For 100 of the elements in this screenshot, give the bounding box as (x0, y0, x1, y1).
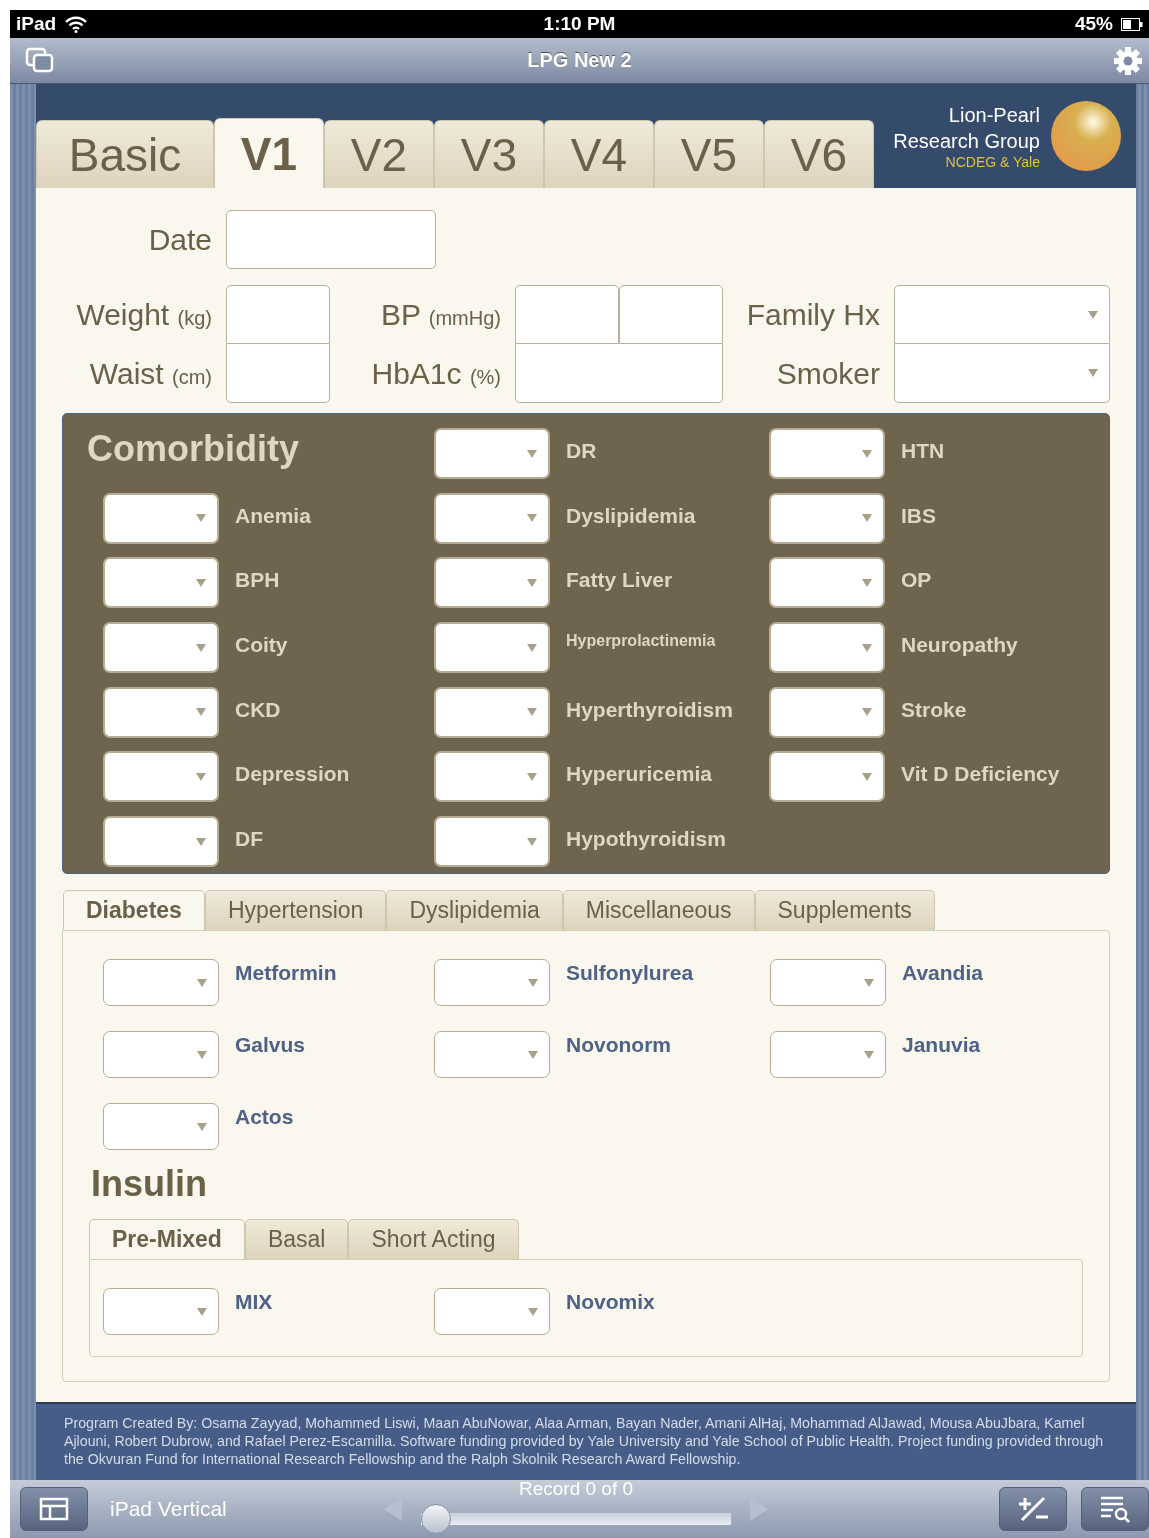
dropdown-field[interactable] (434, 622, 550, 674)
brand-name: Lion-Pearl (948, 103, 1040, 128)
caret-icon (861, 642, 873, 653)
dropdown-field[interactable] (770, 959, 886, 1006)
caret-icon (196, 1049, 208, 1060)
dropdown-field[interactable] (434, 816, 550, 868)
dropdown-field[interactable] (894, 285, 1110, 344)
dropdown-field[interactable] (103, 1103, 219, 1150)
dropdown-field[interactable] (769, 686, 885, 738)
comorbidity-label: DR (566, 438, 597, 463)
comorbidity-label: Vit D Deficiency (901, 761, 1060, 787)
caret-icon (861, 707, 873, 718)
section-title: Comorbidity (87, 428, 300, 471)
dropdown-field[interactable] (434, 751, 550, 803)
date-field[interactable] (226, 210, 436, 269)
field-label: BP (mmHg) (379, 297, 501, 332)
battery-icon (1121, 17, 1143, 31)
input-field[interactable] (515, 344, 723, 403)
dropdown-field[interactable] (434, 1031, 550, 1078)
dropdown-field[interactable] (770, 1031, 886, 1078)
caret-icon (527, 1049, 539, 1060)
input-field[interactable] (226, 344, 330, 403)
insulin-tab[interactable]: Short Acting (348, 1219, 519, 1259)
comorbidity-label: Hypothyroidism (566, 826, 726, 852)
settings-icon[interactable] (1113, 45, 1143, 76)
medication-tab[interactable]: Dyslipidemia (386, 890, 563, 930)
visit-tab[interactable]: Basic (36, 120, 214, 188)
caret-icon (526, 771, 538, 782)
dropdown-field[interactable] (434, 686, 550, 738)
layout-button[interactable] (20, 1487, 88, 1531)
field-label: Smoker (775, 356, 880, 391)
comorbidity-label: OP (901, 567, 932, 593)
visit-tab[interactable]: V2 (324, 120, 434, 188)
visit-tab[interactable]: V1 (214, 118, 324, 188)
comorbidity-label: Fatty Liver (566, 567, 673, 593)
medication-label: Actos (235, 1104, 294, 1129)
input-field[interactable] (226, 285, 330, 344)
field-label: HbA1c (%) (370, 356, 501, 391)
medication-label: Sulfonylurea (566, 960, 694, 985)
dropdown-field[interactable] (103, 492, 219, 544)
dropdown-field[interactable] (103, 751, 219, 803)
comorbidity-label: BPH (235, 567, 280, 593)
visit-tab[interactable]: V5 (654, 120, 764, 188)
dropdown-field[interactable] (103, 1288, 219, 1335)
comorbidity-label: Stroke (901, 696, 967, 722)
comorbidity-label: Dyslipidemia (566, 502, 696, 528)
slider-thumb[interactable] (421, 1503, 451, 1534)
caret-icon (863, 977, 875, 988)
input-field[interactable] (619, 285, 723, 344)
dropdown-field[interactable] (103, 816, 219, 868)
record-count: Record 0 of 0 (518, 1477, 634, 1500)
caret-icon (196, 1306, 208, 1317)
dropdown-field[interactable] (769, 428, 885, 479)
insulin-tab[interactable]: Pre-Mixed (89, 1219, 245, 1259)
dropdown-field[interactable] (103, 1031, 219, 1078)
dropdown-field[interactable] (434, 557, 550, 609)
dropdown-field[interactable] (769, 557, 885, 609)
medication-label: Metformin (235, 960, 337, 985)
dropdown-field[interactable] (769, 751, 885, 803)
comorbidity-label: Depression (235, 761, 350, 787)
visit-tab[interactable]: V4 (544, 120, 654, 188)
insulin-tab[interactable]: Basal (244, 1219, 349, 1259)
dropdown-field[interactable] (769, 622, 885, 674)
dropdown-field[interactable] (434, 492, 550, 544)
plus-minus-button[interactable] (999, 1487, 1067, 1531)
dropdown-field[interactable] (434, 428, 550, 479)
caret-icon (526, 513, 538, 524)
medication-label: MIX (235, 1289, 273, 1314)
medication-tab[interactable]: Hypertension (204, 890, 387, 930)
medication-tab[interactable]: Diabetes (63, 890, 205, 930)
dropdown-field[interactable] (103, 557, 219, 609)
caret-icon (195, 836, 207, 847)
caret-icon (196, 1121, 208, 1132)
copy-icon[interactable] (24, 46, 56, 75)
caret-icon (195, 771, 207, 782)
dropdown-field[interactable] (103, 959, 219, 1006)
caret-icon (195, 577, 207, 588)
dropdown-field[interactable] (434, 959, 550, 1006)
caret-icon (195, 642, 207, 653)
visit-tab[interactable]: V3 (434, 120, 544, 188)
visit-tab[interactable]: V6 (764, 120, 874, 188)
find-button[interactable] (1081, 1487, 1149, 1531)
caret-icon (861, 577, 873, 588)
caret-icon (195, 707, 207, 718)
caret-icon (527, 977, 539, 988)
comorbidity-label: Anemia (235, 502, 311, 528)
caret-icon (863, 1049, 875, 1060)
comorbidity-label: Hyperthyroidism (566, 696, 733, 722)
dropdown-field[interactable] (103, 686, 219, 738)
caret-icon (526, 642, 538, 653)
medication-tab[interactable]: Miscellaneous (562, 890, 755, 930)
input-field[interactable] (515, 285, 619, 344)
caret-icon (861, 513, 873, 524)
medication-tab[interactable]: Supplements (754, 890, 935, 930)
dropdown-field[interactable] (894, 344, 1110, 403)
medication-label: Novonorm (566, 1032, 671, 1057)
dropdown-field[interactable] (434, 1288, 550, 1335)
dropdown-field[interactable] (103, 622, 219, 674)
medication-label: Januvia (902, 1032, 981, 1057)
dropdown-field[interactable] (769, 492, 885, 544)
